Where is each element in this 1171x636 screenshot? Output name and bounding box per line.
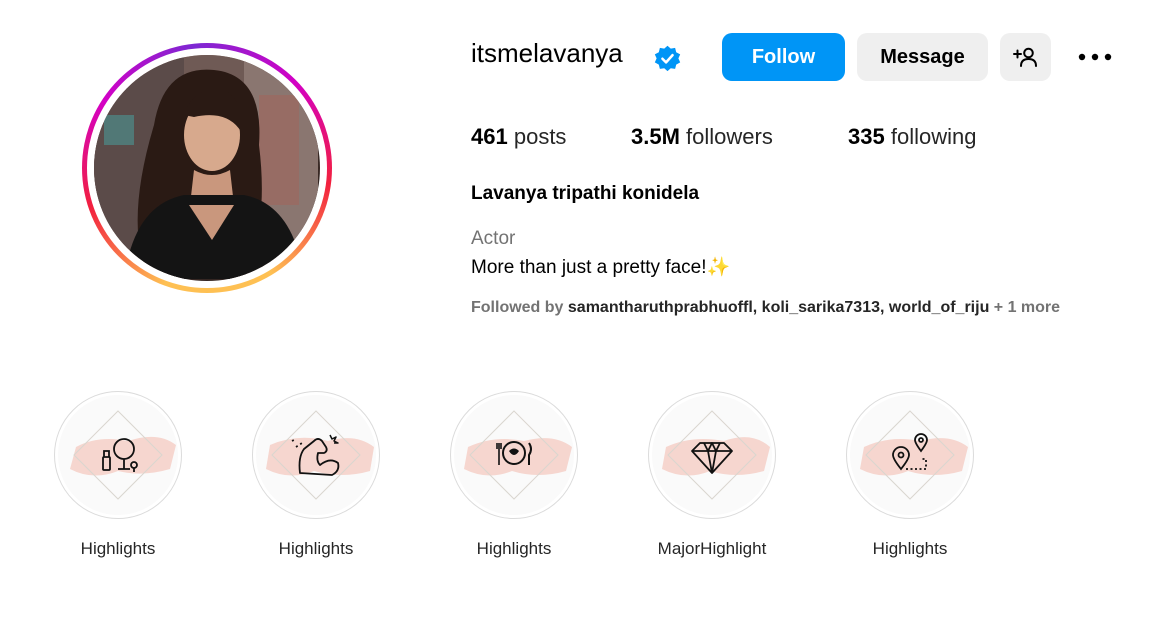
highlight-ring	[648, 391, 776, 519]
highlight-ring	[54, 391, 182, 519]
highlight-cover	[58, 395, 178, 515]
followers-stat[interactable]: 3.5M followers	[631, 124, 773, 150]
more-options-icon	[1078, 53, 1112, 61]
highlight-cover-art	[860, 410, 968, 500]
highlight-cover-art	[464, 410, 572, 500]
story-highlight[interactable]: Highlights	[846, 391, 974, 559]
highlight-cover-art	[662, 410, 770, 500]
profile-category: Actor	[471, 228, 516, 249]
follow-button[interactable]: Follow	[722, 33, 845, 81]
followed-by-separator: ,	[752, 299, 762, 316]
profile-full-name: Lavanya tripathi konidela	[471, 183, 700, 204]
story-highlight[interactable]: Highlights	[252, 391, 380, 559]
profile-bio-text: More than just a pretty face!✨	[471, 257, 731, 278]
posts-count: 461	[471, 124, 508, 149]
suggested-accounts-button[interactable]	[1000, 33, 1051, 81]
following-count: 335	[848, 124, 885, 149]
more-options-button[interactable]	[1071, 40, 1119, 74]
highlight-label: Highlights	[80, 539, 156, 558]
highlight-cover-art	[70, 410, 176, 500]
highlight-cover	[850, 395, 970, 515]
posts-label: posts	[513, 124, 567, 149]
highlight-cover-art	[266, 410, 374, 500]
message-button[interactable]: Message	[857, 33, 988, 81]
highlight-cover	[454, 395, 574, 515]
followed-by-account[interactable]: world_of_riju	[889, 299, 989, 316]
highlight-ring	[252, 391, 380, 519]
highlight-cover	[256, 395, 376, 515]
avatar-border	[87, 48, 327, 288]
story-highlight[interactable]: Highlights	[450, 391, 578, 559]
profile-username: itsmelavanya	[471, 38, 623, 68]
following-stat[interactable]: 335 following	[848, 124, 976, 150]
story-highlight[interactable]: Highlights	[54, 391, 182, 559]
followers-count: 3.5M	[631, 124, 680, 149]
posts-stat: 461 posts	[471, 124, 566, 150]
followed-by-separator: ,	[880, 299, 889, 316]
profile-avatar-story-ring[interactable]	[82, 43, 332, 293]
story-highlight[interactable]: MajorHighlight	[648, 391, 776, 559]
verified-badge-icon	[654, 45, 681, 72]
highlight-label: Highlights	[476, 539, 552, 558]
profile-avatar	[94, 55, 320, 281]
followers-label: followers	[686, 124, 773, 149]
highlight-cover	[652, 395, 772, 515]
following-label: following	[890, 124, 977, 149]
followed-by-more[interactable]: + 1 more	[989, 299, 1060, 316]
highlight-label: Highlights	[278, 539, 354, 558]
highlight-ring	[846, 391, 974, 519]
avatar-portrait-illustration	[94, 55, 318, 279]
highlight-ring	[450, 391, 578, 519]
highlight-label: MajorHighlight	[657, 539, 767, 558]
highlight-label: Highlights	[872, 539, 948, 558]
followed-by-account[interactable]: koli_sarika7313	[762, 299, 880, 316]
person-add-icon	[1012, 47, 1037, 67]
followed-by-prefix: Followed by	[471, 299, 568, 316]
followed-by-line[interactable]: Followed by samantharuthprabhuoffl, koli…	[471, 299, 1060, 317]
followed-by-account[interactable]: samantharuthprabhuoffl	[568, 299, 753, 316]
